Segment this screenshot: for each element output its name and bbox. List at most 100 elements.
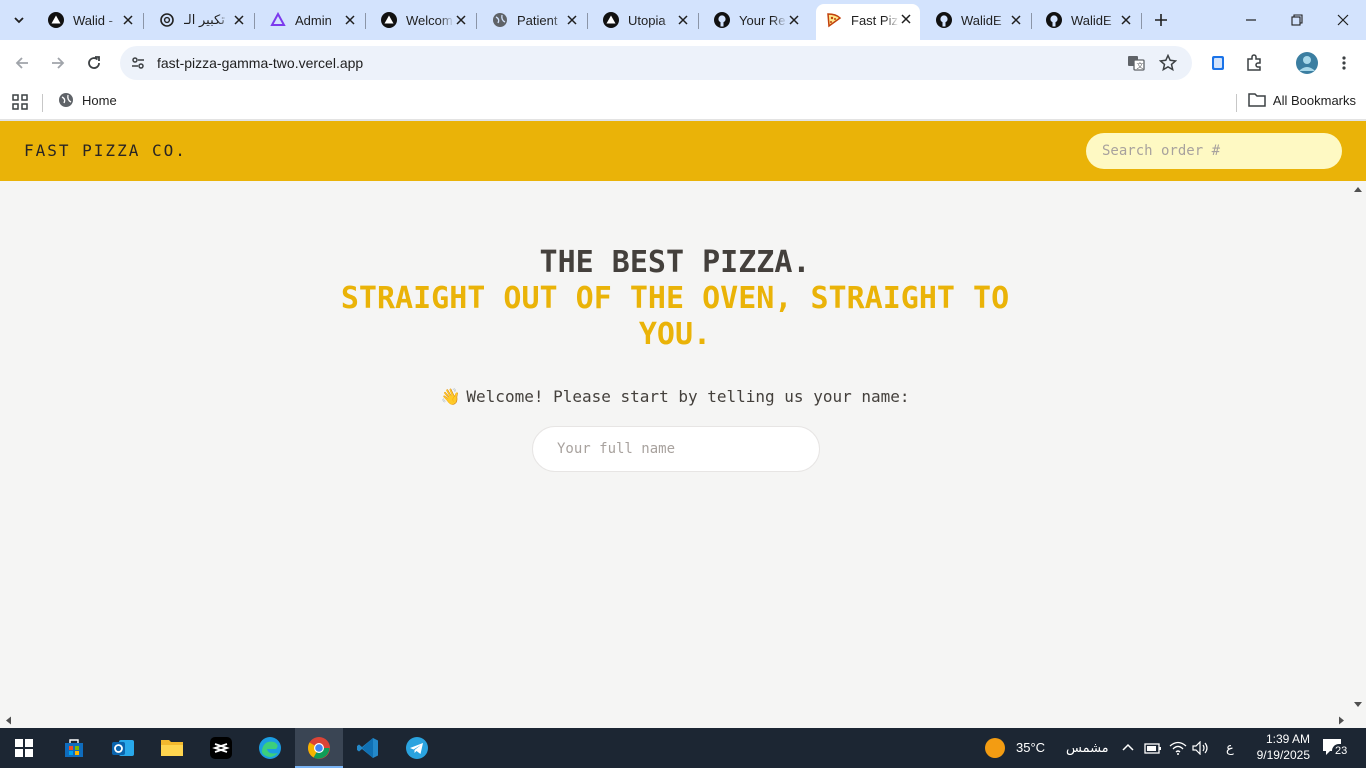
windows-logo-icon: [15, 739, 33, 757]
browser-tab[interactable]: Welcom: [371, 5, 477, 35]
hero-subtitle: STRAIGHT OUT OF THE OVEN, STRAIGHT TO YO…: [340, 281, 1010, 352]
close-icon[interactable]: [342, 12, 358, 28]
browser-tab[interactable]: Patient: [482, 5, 588, 35]
volume-icon[interactable]: [1192, 741, 1210, 755]
openai-icon: [159, 12, 175, 28]
address-bar[interactable]: fast-pizza-gamma-two.vercel.app 文: [120, 46, 1192, 80]
forward-button[interactable]: [44, 49, 72, 77]
taskbar-edge[interactable]: [246, 728, 294, 768]
minimize-button[interactable]: [1228, 0, 1274, 40]
taskbar-vscode[interactable]: [344, 728, 392, 768]
avatar-icon: [1296, 52, 1318, 74]
close-icon[interactable]: [1118, 12, 1134, 28]
tab-title: Patient: [517, 12, 558, 28]
input-language[interactable]: ع: [1226, 740, 1234, 756]
clock[interactable]: 1:39 AM 9/19/2025: [1248, 731, 1310, 765]
tab-divider: [143, 13, 144, 29]
bookmark-label: All Bookmarks: [1272, 92, 1356, 108]
start-button[interactable]: [0, 728, 48, 768]
weather-widget[interactable]: 35°C مشمس: [984, 728, 1109, 768]
web-page: FAST PIZZA CO. THE BEST PIZZA. STRAIGHT …: [0, 121, 1366, 728]
all-bookmarks-button[interactable]: All Bookmarks: [1248, 92, 1356, 108]
vscode-icon: [357, 738, 378, 758]
site-settings-icon[interactable]: [128, 53, 148, 73]
capcut-icon: [210, 737, 232, 759]
scroll-left-arrow-icon[interactable]: [2, 713, 16, 728]
browser-tab[interactable]: Utopia: [593, 5, 699, 35]
tab-title: Fast Piz: [851, 12, 898, 28]
weather-temperature: 35°C: [1016, 740, 1046, 755]
close-icon[interactable]: [1008, 12, 1024, 28]
tab-title: Utopia: [628, 12, 666, 28]
bookmarks-divider: [1236, 94, 1237, 112]
tab-title: Your Re: [739, 12, 786, 28]
horizontal-scrollbar[interactable]: [0, 713, 1350, 728]
bookmark-home[interactable]: Home: [58, 92, 117, 108]
browser-tab[interactable]: WalidE: [1036, 5, 1142, 35]
browser-tab[interactable]: تكبير الـ: [149, 5, 255, 35]
bookmark-star-icon[interactable]: [1158, 53, 1178, 73]
new-tab-button[interactable]: [1150, 9, 1172, 31]
taskbar-outlook[interactable]: [99, 728, 147, 768]
taskbar-capcut[interactable]: [197, 728, 245, 768]
browser-tab[interactable]: Admin: [260, 5, 366, 35]
taskbar-chrome[interactable]: [295, 728, 343, 768]
tab-title: Admin: [295, 12, 332, 28]
taskbar-file-explorer[interactable]: [148, 728, 196, 768]
close-icon[interactable]: [786, 12, 802, 28]
reload-icon: [88, 56, 100, 69]
reading-list-icon[interactable]: [1205, 50, 1231, 76]
close-icon[interactable]: [675, 12, 691, 28]
telegram-icon: [406, 737, 428, 759]
browser-menu-button[interactable]: [1331, 50, 1357, 76]
arrow-left-icon: [15, 57, 28, 69]
close-window-button[interactable]: [1320, 0, 1366, 40]
close-icon[interactable]: [898, 11, 914, 27]
notification-center-button[interactable]: 23: [1322, 738, 1352, 760]
hero-title: THE BEST PIZZA.: [539, 245, 811, 280]
extensions-icon[interactable]: [1241, 50, 1267, 76]
browser-tab[interactable]: Walid -: [38, 5, 144, 35]
tab-title: Welcom: [406, 12, 453, 28]
full-name-input[interactable]: [532, 426, 820, 472]
tab-title: تكبير الـ: [184, 12, 225, 27]
welcome-message: 👋 Welcome! Please start by telling us you…: [0, 387, 1350, 406]
chevron-up-icon[interactable]: [1121, 741, 1135, 755]
close-icon[interactable]: [231, 12, 247, 28]
github-icon: [714, 12, 730, 28]
github-icon: [936, 12, 952, 28]
restore-button[interactable]: [1274, 0, 1320, 40]
browser-tab[interactable]: Your Re: [704, 5, 808, 35]
chrome-icon: [308, 737, 330, 759]
browser-toolbar: fast-pizza-gamma-two.vercel.app 文: [0, 40, 1366, 86]
reload-button[interactable]: [80, 49, 108, 77]
search-order-input[interactable]: [1086, 133, 1342, 169]
scroll-up-arrow-icon[interactable]: [1350, 183, 1366, 197]
folder-icon: [1248, 93, 1266, 107]
triangle-logo-icon: [48, 12, 64, 28]
browser-tab-active[interactable]: Fast Piz: [816, 4, 920, 40]
hero-heading: THE BEST PIZZA. STRAIGHT OUT OF THE OVEN…: [0, 245, 1350, 353]
back-button[interactable]: [8, 49, 36, 77]
app-logo[interactable]: FAST PIZZA CO.: [24, 141, 187, 160]
close-icon[interactable]: [564, 12, 580, 28]
scroll-down-arrow-icon[interactable]: [1350, 697, 1366, 711]
tab-divider: [1141, 13, 1142, 29]
pizza-icon: [826, 12, 842, 28]
wifi-icon[interactable]: [1169, 741, 1187, 755]
taskbar-telegram[interactable]: [393, 728, 441, 768]
outlook-icon: [112, 740, 134, 756]
close-icon[interactable]: [453, 12, 469, 28]
edge-icon: [259, 737, 281, 759]
profile-avatar[interactable]: [1294, 50, 1320, 76]
taskbar-microsoft-store[interactable]: [50, 728, 98, 768]
bookmarks-bar: Home All Bookmarks: [0, 86, 1366, 120]
apps-grid-icon[interactable]: [10, 92, 30, 112]
vertical-scrollbar[interactable]: [1350, 181, 1366, 713]
browser-tab[interactable]: WalidE: [926, 5, 1032, 35]
scroll-right-arrow-icon[interactable]: [1334, 713, 1348, 728]
translate-icon[interactable]: 文: [1126, 53, 1146, 73]
tab-search-button[interactable]: [6, 7, 32, 33]
battery-icon[interactable]: [1144, 741, 1162, 755]
close-icon[interactable]: [120, 12, 136, 28]
